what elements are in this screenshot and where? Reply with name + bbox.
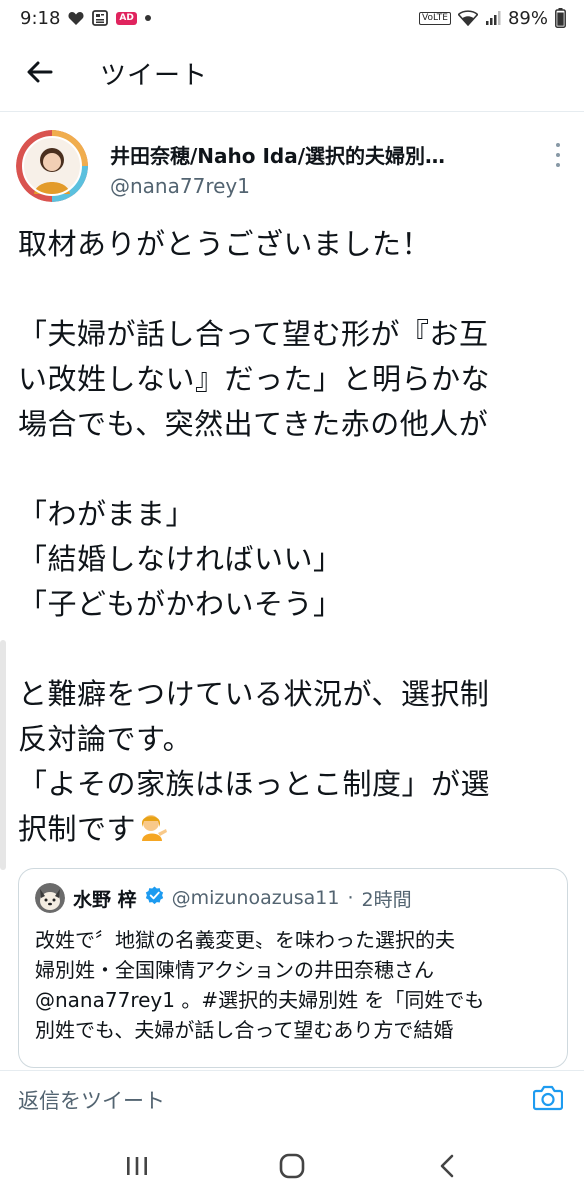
reply-bar: 返信をツイート	[0, 1070, 584, 1128]
author-handle[interactable]: @nana77rey1	[110, 174, 250, 198]
tweet-line: 「夫婦が話し合って望む形が『お互	[18, 317, 489, 351]
tweet-line: 「よその家族はほっとこ制度」が選	[18, 767, 491, 801]
scrollbar-thumb[interactable]	[0, 640, 6, 870]
quote-header: 水野 梓 @mizunoazusa11 · 2時間	[35, 883, 412, 913]
quote-author-name: 水野 梓	[73, 888, 137, 911]
home-icon	[279, 1153, 305, 1183]
author-avatar[interactable]	[16, 130, 88, 202]
more-vertical-icon	[556, 153, 560, 157]
quote-author-avatar	[35, 883, 65, 913]
news-icon	[92, 10, 109, 26]
tweet-line-blank	[18, 267, 574, 312]
tweet-line: 「わがまま」	[18, 497, 196, 531]
person-tipping-hand-emoji	[136, 811, 168, 856]
camera-icon	[532, 1085, 564, 1115]
back-arrow-icon	[27, 61, 53, 87]
quote-tweet[interactable]: 水野 梓 @mizunoazusa11 · 2時間 改姓で〞地獄の名義変更〟を味…	[18, 868, 568, 1068]
tweet-line: 取材ありがとうございました！	[18, 227, 432, 261]
tweet-line-blank	[18, 447, 574, 492]
page-title: ツイート	[100, 61, 209, 91]
recent-apps-button[interactable]	[107, 1143, 167, 1193]
more-vertical-icon	[556, 163, 560, 167]
quote-timestamp: 2時間	[361, 888, 412, 911]
quote-line: @nana77rey1 。#選択的夫婦別姓 を「同姓でも	[35, 988, 485, 1012]
status-left: 9:18 AD	[20, 8, 151, 29]
reply-input[interactable]: 返信をツイート	[18, 1085, 530, 1115]
status-time: 9:18	[20, 7, 61, 29]
quote-separator: ·	[347, 887, 354, 909]
system-nav-bar	[0, 1136, 584, 1200]
quote-line: 改姓で〞地獄の名義変更〟を味わった選択的夫	[35, 928, 455, 952]
app-bar: ツイート	[0, 36, 584, 112]
status-right: VoLTE 89%	[419, 8, 566, 29]
tweet-line: 場合でも、突然出てきた赤の他人が	[18, 407, 489, 441]
tweet-line: 反対論です。	[18, 722, 193, 756]
tweet-line: と難癖をつけている状況が、選択制	[18, 677, 490, 711]
chevron-left-icon	[439, 1154, 455, 1182]
quote-author-handle: @mizunoazusa11	[171, 887, 340, 909]
dot-icon	[144, 15, 151, 21]
tweet-line: い改姓しない』だった」と明らかな	[18, 362, 491, 396]
battery-icon	[555, 8, 566, 28]
status-bar: 9:18 AD VoLTE 89%	[0, 0, 584, 36]
signal-icon	[485, 10, 501, 26]
heart-icon	[68, 11, 84, 26]
wifi-icon	[457, 10, 478, 26]
quote-line: 婦別姓・全国陳情アクションの井田奈穂さん	[35, 958, 434, 982]
camera-button[interactable]	[530, 1082, 566, 1118]
tweet-header: 井田奈穂/Naho Ida/選択的夫婦別… @nana77rey1	[16, 126, 576, 202]
quote-text: 改姓で〞地獄の名義変更〟を味わった選択的夫 婦別姓・全国陳情アクションの井田奈穂…	[35, 925, 560, 1045]
tweet-line: 「子どもがかわいそう」	[18, 587, 343, 621]
ad-blocked-icon: AD	[116, 11, 137, 25]
back-nav-button[interactable]	[417, 1143, 477, 1193]
tweet-line: 「結婚しなければいい」	[18, 542, 343, 576]
tweet-line-last: 択制です	[18, 807, 574, 852]
tweet-text: 取材ありがとうございました！ 「夫婦が話し合って望む形が『お互 い改姓しない』だ…	[18, 222, 574, 852]
more-vertical-icon	[556, 143, 560, 147]
volte-icon: VoLTE	[419, 11, 451, 25]
home-button[interactable]	[262, 1143, 322, 1193]
more-options-button[interactable]	[548, 140, 568, 170]
back-button[interactable]	[0, 36, 80, 112]
quote-line: 別姓でも、夫婦が話し合って望むあり方で結婚	[35, 1018, 454, 1042]
recent-apps-icon	[125, 1155, 149, 1181]
verified-badge-icon	[145, 886, 164, 910]
author-name[interactable]: 井田奈穂/Naho Ida/選択的夫婦別…	[110, 140, 510, 169]
tweet-line: 択制です	[18, 812, 137, 846]
battery-level: 89%	[507, 7, 548, 29]
tweet-line-blank	[18, 627, 574, 672]
